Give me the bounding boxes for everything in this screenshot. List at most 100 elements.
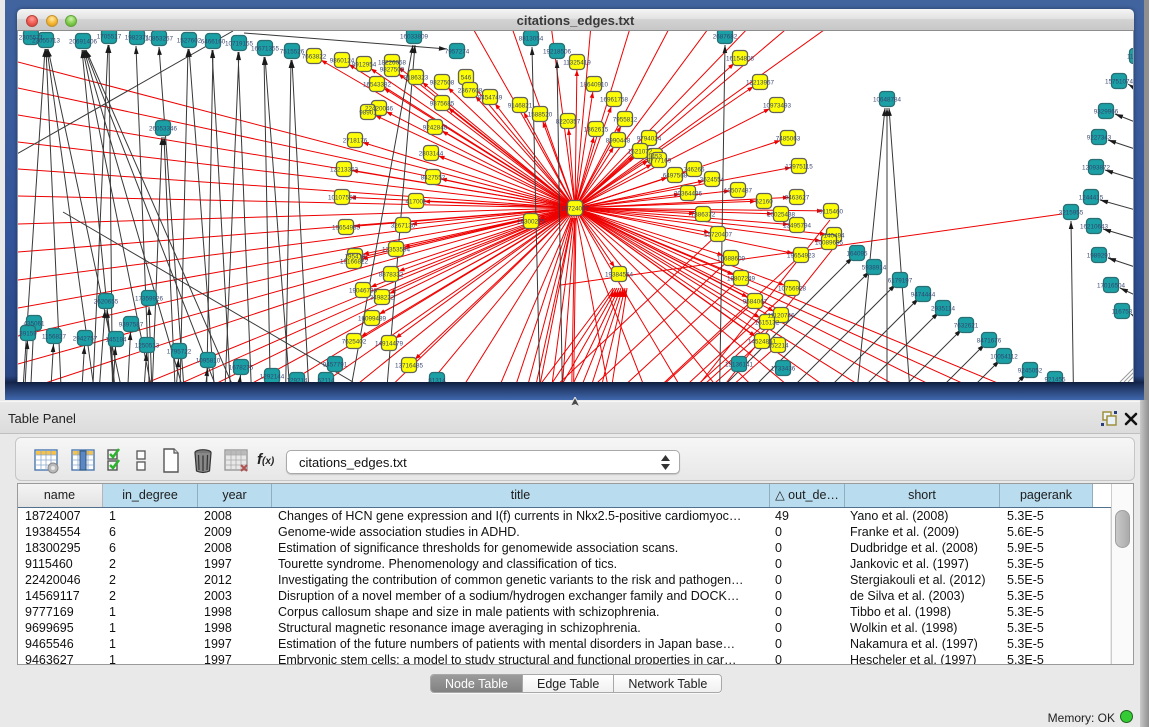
svg-text:1795722: 1795722: [167, 349, 192, 356]
svg-text:10107553: 10107553: [328, 195, 357, 202]
svg-text:1362615: 1362615: [584, 127, 609, 134]
svg-text:2367608: 2367608: [458, 88, 483, 95]
svg-text:129214: 129214: [286, 378, 308, 383]
svg-text:16154808: 16154808: [726, 56, 755, 63]
svg-text:116753: 116753: [1112, 309, 1133, 316]
svg-text:16961758: 16961758: [600, 97, 629, 104]
svg-text:9457791: 9457791: [323, 362, 348, 369]
svg-text:19046738: 19046738: [349, 288, 378, 295]
svg-text:10853267: 10853267: [145, 36, 174, 43]
svg-text:2718176: 2718176: [343, 138, 368, 145]
svg-text:3267130: 3267130: [391, 223, 416, 230]
svg-text:10054112: 10054112: [990, 354, 1018, 361]
svg-text:16099489: 16099489: [358, 316, 387, 323]
svg-text:16210643: 16210643: [1080, 224, 1109, 231]
svg-text:1244415: 1244415: [1079, 195, 1104, 202]
svg-text:2803144: 2803144: [419, 151, 444, 158]
svg-text:140494: 140494: [823, 233, 845, 240]
svg-text:8454749: 8454749: [478, 95, 503, 102]
svg-text:10719155: 10719155: [225, 41, 254, 48]
svg-text:7632621: 7632621: [954, 323, 979, 330]
svg-text:9474444: 9474444: [911, 292, 936, 299]
svg-text:18226058: 18226058: [378, 60, 407, 67]
svg-text:7485063: 7485063: [776, 136, 801, 143]
svg-text:1156827: 1156827: [42, 334, 67, 341]
svg-text:9242848: 9242848: [423, 125, 448, 132]
svg-text:111541: 111541: [1127, 54, 1134, 61]
svg-text:19384554: 19384554: [605, 272, 634, 279]
svg-text:16671355: 16671355: [251, 46, 280, 53]
svg-text:3215955: 3215955: [1059, 210, 1084, 217]
svg-text:10973493: 10973493: [763, 103, 792, 110]
svg-text:14914479: 14914479: [375, 341, 404, 348]
svg-text:2687682: 2687682: [713, 34, 738, 41]
svg-text:1989291: 1989291: [1087, 253, 1112, 260]
svg-text:19166822: 19166822: [340, 259, 369, 266]
svg-text:10507487: 10507487: [724, 188, 753, 195]
svg-text:1733436: 1733436: [771, 366, 796, 373]
svg-text:7386372: 7386372: [691, 212, 716, 219]
svg-text:6179197: 6179197: [888, 278, 913, 285]
svg-text:1250513: 1250513: [135, 343, 160, 350]
svg-text:9777169: 9777169: [647, 158, 672, 165]
svg-text:1292144: 1292144: [260, 374, 285, 381]
svg-text:10025438: 10025438: [767, 212, 796, 219]
svg-text:9329966: 9329966: [1094, 109, 1119, 116]
svg-text:6497568: 6497568: [663, 173, 688, 180]
svg-text:19218506: 19218506: [543, 49, 572, 56]
svg-text:17016504: 17016504: [1097, 283, 1126, 290]
svg-text:7663822: 7663822: [302, 54, 327, 61]
svg-text:417001: 417001: [405, 199, 427, 206]
svg-text:19654985: 19654985: [332, 225, 361, 232]
svg-text:8813054: 8813054: [519, 36, 544, 43]
svg-text:1588520: 1588520: [528, 112, 553, 119]
svg-text:9794024: 9794024: [637, 136, 662, 143]
svg-text:9227343: 9227343: [1087, 135, 1112, 142]
svg-text:18807249: 18807249: [727, 276, 756, 283]
svg-text:12213363: 12213363: [330, 167, 359, 174]
svg-text:18640910: 18640910: [580, 82, 609, 89]
svg-text:98901: 98901: [359, 110, 377, 117]
svg-text:1527602: 1527602: [177, 38, 202, 45]
svg-text:12093872: 12093872: [1082, 165, 1111, 172]
svg-text:18300275: 18300275: [517, 219, 546, 226]
svg-text:1705517: 1705517: [97, 34, 122, 41]
svg-text:435061: 435061: [23, 321, 45, 328]
svg-text:8186323: 8186323: [404, 75, 429, 82]
svg-text:20364436: 20364436: [674, 191, 703, 198]
svg-text:20691406: 20691406: [69, 39, 98, 46]
svg-text:1678275: 1678275: [229, 365, 254, 372]
svg-text:10756928: 10756928: [778, 286, 807, 293]
svg-text:8912954: 8912954: [352, 62, 377, 69]
svg-text:2942757: 2942757: [73, 336, 98, 343]
svg-text:11325419: 11325419: [563, 60, 591, 67]
svg-text:19654923: 19654923: [787, 253, 816, 260]
svg-text:23055713: 23055713: [32, 38, 61, 45]
svg-text:7955812: 7955812: [613, 117, 638, 124]
svg-text:15751074: 15751074: [1105, 79, 1134, 86]
svg-text:1095810: 1095810: [196, 358, 221, 365]
svg-text:164095: 164095: [846, 251, 868, 258]
svg-text:13495794: 13495794: [783, 223, 812, 230]
svg-text:13716485: 13716485: [395, 363, 424, 370]
svg-text:252214: 252214: [767, 343, 789, 350]
svg-text:18724007: 18724007: [561, 206, 590, 213]
svg-text:9115460: 9115460: [819, 209, 844, 216]
svg-text:26053346: 26053346: [149, 126, 178, 133]
svg-text:9684067: 9684067: [743, 299, 768, 306]
svg-text:16543382: 16543382: [363, 82, 392, 89]
svg-text:52114: 52114: [317, 378, 335, 383]
svg-text:9875685: 9875685: [430, 101, 455, 108]
svg-text:9463627: 9463627: [785, 195, 810, 202]
svg-text:9397587: 9397587: [119, 322, 144, 329]
svg-text:12353594: 12353594: [382, 247, 411, 254]
svg-text:10089695: 10089695: [815, 240, 844, 247]
svg-text:9827508: 9827508: [430, 80, 455, 87]
svg-text:3624554: 3624554: [700, 177, 725, 184]
svg-text:9245052: 9245052: [1018, 368, 1043, 375]
svg-text:1615132: 1615132: [755, 320, 780, 327]
svg-text:921455: 921455: [1044, 377, 1066, 383]
svg-text:8220357: 8220357: [556, 119, 581, 126]
svg-text:10688609: 10688609: [717, 256, 746, 263]
svg-text:3498222: 3498222: [370, 295, 395, 302]
